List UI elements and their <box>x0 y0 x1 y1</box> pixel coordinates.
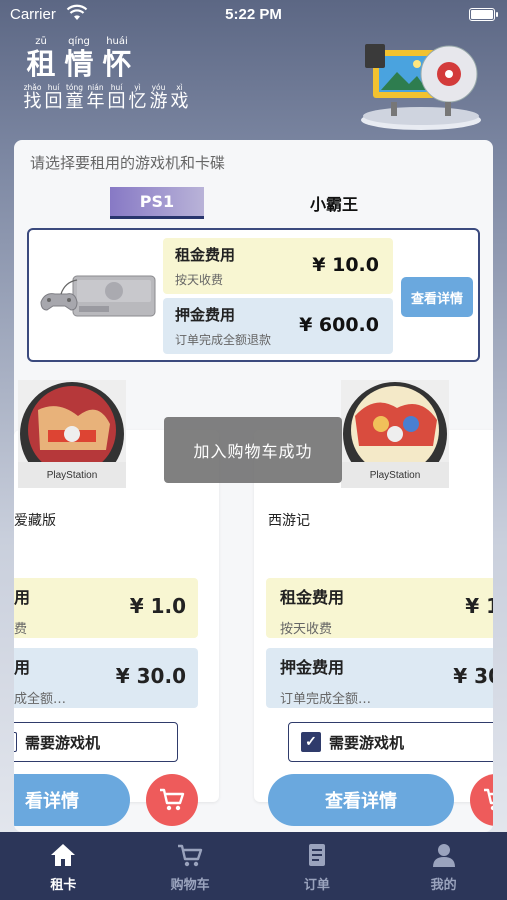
bottom-tab-bar: 租卡 购物车 订单 我的 <box>0 832 507 900</box>
media-illustration-icon <box>361 44 481 130</box>
add-to-cart-button[interactable] <box>470 774 493 826</box>
game-name: 西游记 <box>268 513 310 529</box>
need-console-checkbox[interactable] <box>14 732 17 752</box>
console-deposit-fee: 押金费用 订单完成全额退款 ¥ 600.0 <box>163 298 393 354</box>
cart-icon <box>178 844 203 867</box>
battery-icon <box>469 8 498 21</box>
tab-rent[interactable]: 租卡 <box>0 832 127 900</box>
game-name: 爱藏版 <box>14 513 56 529</box>
rental-panel: 请选择要租用的游戏机和卡碟 PS1 小霸王 租金费用 按天收费 ¥ 10.0 押… <box>14 140 493 832</box>
console-rent-price: ¥ 10.0 <box>312 254 379 276</box>
game-rent-fee: 用 费 ¥ 1.0 <box>14 578 198 638</box>
need-console-toggle[interactable]: ✓ 需要游戏机 <box>288 722 493 762</box>
console-card[interactable]: 租金费用 按天收费 ¥ 10.0 押金费用 订单完成全额退款 ¥ 600.0 查… <box>27 228 480 362</box>
app-title: zū 租 qíng 情 huái 怀 <box>26 36 132 81</box>
home-icon <box>51 844 76 866</box>
tab-ps1[interactable]: PS1 <box>110 187 204 219</box>
tab-cart[interactable]: 购物车 <box>127 832 254 900</box>
app-subtitle: zhǎo 找 huí 回 tóng 童 nián 年 huí 回 yì 忆 yóu 游 xì 戏 <box>23 83 189 112</box>
need-console-toggle[interactable]: 需要游戏机 <box>14 722 178 762</box>
game-deposit-fee: 押金费用 订单完成全额… ¥ 30 <box>266 648 493 708</box>
console-rent-fee: 租金费用 按天收费 ¥ 10.0 <box>163 238 393 294</box>
add-to-cart-button[interactable] <box>146 774 198 826</box>
console-deposit-price: ¥ 600.0 <box>299 314 379 336</box>
clock: 5:22 PM <box>225 6 282 23</box>
cart-icon <box>160 788 185 811</box>
tab-orders[interactable]: 订单 <box>254 832 381 900</box>
profile-icon <box>432 844 455 867</box>
tab-profile[interactable]: 我的 <box>380 832 507 900</box>
toast-message: 加入购物车成功 <box>164 417 342 483</box>
status-bar: Carrier 5:22 PM <box>0 0 507 30</box>
ps1-console-image <box>40 275 156 317</box>
need-console-checkbox[interactable]: ✓ <box>301 732 321 752</box>
order-icon <box>308 844 325 866</box>
game-deposit-fee: 用 成全额… ¥ 30.0 <box>14 648 198 708</box>
app-header: zū 租 qíng 情 huái 怀 zhǎo 找 huí 回 tóng 童 nián 年 h… <box>22 36 190 112</box>
game-disc-image: PlayStation <box>341 380 449 488</box>
game-detail-button[interactable]: 查看详情 <box>268 774 454 826</box>
svg-text:PlayStation: PlayStation <box>47 470 98 481</box>
tab-xiaobawang[interactable]: 小霸王 <box>274 187 394 219</box>
cart-icon <box>484 788 493 811</box>
console-detail-button[interactable]: 查看详情 <box>401 277 473 317</box>
selection-prompt: 请选择要租用的游戏机和卡碟 <box>30 154 226 172</box>
game-rent-fee: 租金费用 按天收费 ¥ 1 <box>266 578 493 638</box>
game-detail-button[interactable]: 看详情 <box>14 774 130 826</box>
game-disc-image: PlayStation <box>18 380 126 488</box>
svg-text:PlayStation: PlayStation <box>370 470 421 481</box>
